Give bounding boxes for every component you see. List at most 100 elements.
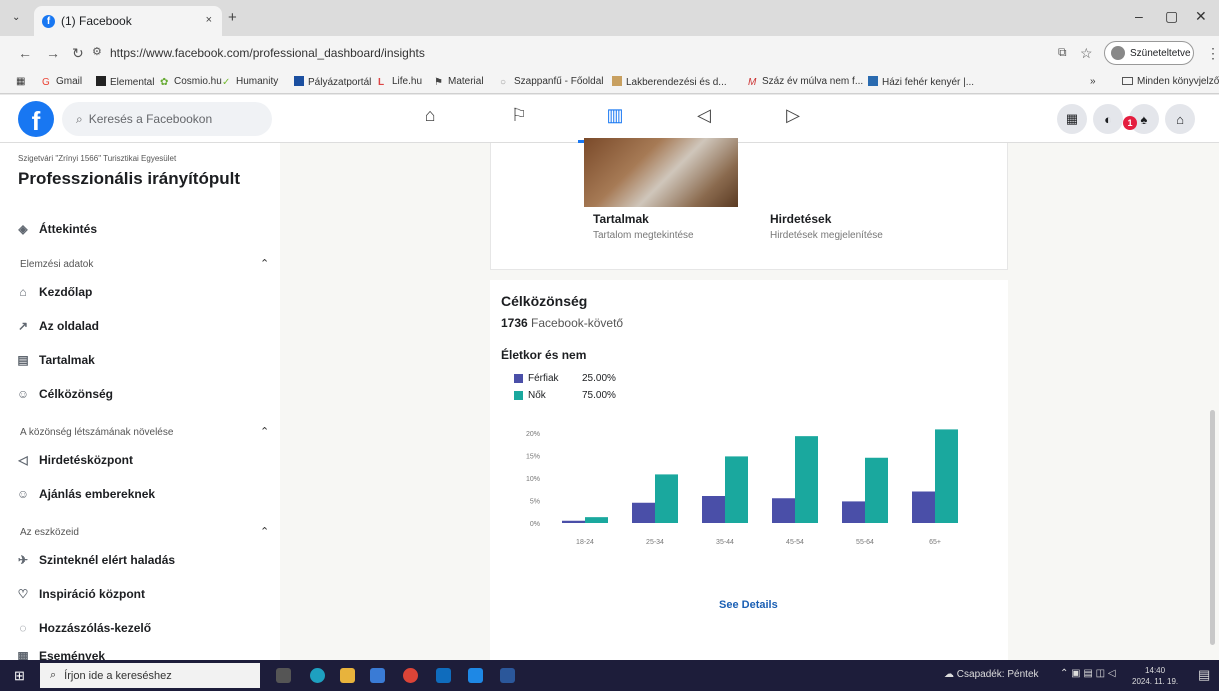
scrollbar[interactable] <box>1210 410 1215 645</box>
bookmark-szappanfu[interactable]: ○ Szappanfű - Főoldal <box>500 76 604 88</box>
bar-female-18-24[interactable] <box>585 517 608 523</box>
taskbar-search-input[interactable]: ⌕ Írjon ide a kereséshez <box>40 663 260 688</box>
bookmark-palyazatportal[interactable]: Pályázatportál <box>294 76 371 88</box>
chevron-up-icon[interactable]: ⌃ <box>260 257 269 270</box>
pages-flag-nav-icon[interactable]: ⚐ <box>489 105 549 126</box>
bar-female-65+[interactable] <box>935 429 958 523</box>
bookmark-gmail[interactable]: G Gmail <box>42 76 82 88</box>
task-view-icon[interactable] <box>276 668 291 683</box>
tray-icons[interactable]: ⌃ ▣ ▤ ◫ ◁ <box>1060 668 1116 679</box>
people-icon: ☺ <box>16 387 30 401</box>
bookmark-humanity[interactable]: ✓ Humanity <box>222 76 278 88</box>
word-icon[interactable] <box>500 668 515 683</box>
file-explorer-icon[interactable] <box>340 668 355 683</box>
bookmark-lakberendezesi[interactable]: Lakberendezési és d... <box>612 76 727 88</box>
bar-female-45-54[interactable] <box>795 436 818 523</box>
install-app-icon[interactable]: ⧉ <box>1058 45 1067 60</box>
sidebar-item-home[interactable]: ⌂ Kezdőlap <box>16 285 92 299</box>
bookmarks-overflow[interactable]: » <box>1090 76 1096 87</box>
weather-widget[interactable]: ☁ Csapadék: Péntek <box>944 669 1039 680</box>
y-tick-label: 15% <box>526 454 540 461</box>
sidebar-item-overview[interactable]: ◈ Áttekintés <box>16 222 97 236</box>
sidebar-item-audience[interactable]: ☺ Célközönség <box>16 387 113 401</box>
sidebar-item-invite[interactable]: ☺ Ajánlás embereknek <box>16 487 155 501</box>
bar-male-55-64[interactable] <box>842 501 865 523</box>
reload-icon[interactable]: ↻ <box>72 45 84 62</box>
forward-icon[interactable]: → <box>46 45 60 61</box>
bookmark-hazi-kenyer[interactable]: Házi fehér kenyér |... <box>868 76 974 88</box>
taskbar-clock[interactable]: 14:40 2024. 11. 19. <box>1132 665 1178 687</box>
content-thumbnail[interactable] <box>584 138 738 207</box>
age-gender-chart: 20% 15% 10% 5% 0% 18-24 25-34 35-44 45-54 55-64 65… <box>526 429 958 546</box>
content-card-subtitle: Tartalom megtekintése <box>593 230 694 241</box>
sidebar-item-comments[interactable]: ◌ Hozzászólás-kezelő <box>16 621 151 635</box>
chevron-up-icon[interactable]: ⌃ <box>260 525 269 538</box>
outlook-icon[interactable] <box>436 668 451 683</box>
bookmark-material[interactable]: ⚑ Material <box>434 76 484 88</box>
bar-female-55-64[interactable] <box>865 457 888 523</box>
bar-female-35-44[interactable] <box>725 456 748 523</box>
profile-status: Szüneteltetve <box>1130 47 1191 59</box>
edge-icon[interactable] <box>310 668 325 683</box>
bookmark-life[interactable]: L Life.hu <box>378 76 422 88</box>
page-name: Szigetvári "Zrínyi 1566" Turisztikai Egy… <box>18 154 177 163</box>
window-close-icon[interactable]: ✕ <box>1195 8 1207 25</box>
mail-icon[interactable] <box>468 668 483 683</box>
chrome-icon[interactable] <box>403 668 418 683</box>
account-avatar[interactable]: ⌂ <box>1165 104 1195 134</box>
tab-close-icon[interactable]: × <box>206 14 212 26</box>
facebook-search-input[interactable]: ⌕ Keresés a Facebookon <box>62 102 272 136</box>
site-settings-icon[interactable]: ⚙ <box>92 45 102 58</box>
minimize-icon[interactable]: – <box>1135 8 1143 24</box>
content-card-title[interactable]: Tartalmak <box>593 212 649 226</box>
messenger-icon[interactable]: ◐ <box>1093 104 1123 134</box>
windows-start-icon[interactable]: ⊞ <box>14 668 25 684</box>
follower-number: 1736 <box>501 316 528 330</box>
see-details-link[interactable]: See Details <box>719 599 778 611</box>
sidebar-item-ad-center[interactable]: ◁ Hirdetésközpont <box>16 453 133 467</box>
bar-male-35-44[interactable] <box>702 496 725 523</box>
ads-card-title[interactable]: Hirdetések <box>770 212 831 226</box>
bar-male-18-24[interactable] <box>562 520 585 523</box>
chevron-up-icon[interactable]: ⌃ <box>260 425 269 438</box>
notification-center-icon[interactable]: ▤ <box>1198 667 1210 683</box>
x-tick-label: 55-64 <box>856 539 874 546</box>
browser-tab-facebook[interactable]: f (1) Facebook × <box>34 6 222 36</box>
bookmark-star-icon[interactable]: ☆ <box>1080 45 1093 62</box>
ads-megaphone-nav-icon[interactable]: ◁ <box>674 105 734 126</box>
browser-menu-icon[interactable]: ⋮ <box>1206 45 1219 62</box>
restore-icon[interactable]: ▢ <box>1165 8 1178 25</box>
sidebar-item-events[interactable]: ▦ Események <box>16 649 105 660</box>
store-icon[interactable] <box>370 668 385 683</box>
home-nav-icon[interactable]: ⌂ <box>400 105 460 126</box>
apps-grid-icon[interactable]: ▦ <box>16 76 25 87</box>
bar-female-25-34[interactable] <box>655 474 678 523</box>
bar-male-45-54[interactable] <box>772 498 795 523</box>
facebook-logo-icon[interactable]: f <box>18 101 54 137</box>
new-tab-button[interactable]: + <box>228 9 237 26</box>
insights-nav-icon[interactable]: ▥ <box>585 105 645 126</box>
all-bookmarks-folder[interactable]: Minden könyvjelző <box>1122 76 1219 87</box>
back-icon[interactable]: ← <box>18 45 32 61</box>
x-tick-label: 25-34 <box>646 539 664 546</box>
profile-button[interactable]: Szüneteltetve <box>1104 41 1194 65</box>
windows-taskbar: ⊞ ⌕ Írjon ide a kereséshez ☁ Csapadék: P… <box>0 660 1219 691</box>
facebook-header: f ⌕ Keresés a Facebookon ⌂ ⚐ ▥ ◁ ▷ ▦ ◐ ♠… <box>0 95 1219 143</box>
sidebar-item-progress[interactable]: ✈ Szinteknél elért haladás <box>16 553 175 567</box>
clock-time: 14:40 <box>1145 666 1166 675</box>
url-field[interactable]: https://www.facebook.com/professional_da… <box>110 46 425 60</box>
bookmark-szaz-ev[interactable]: M Száz év múlva nem f... <box>748 76 863 88</box>
bar-male-65+[interactable] <box>912 491 935 524</box>
content-ads-card <box>490 143 1008 270</box>
video-nav-icon[interactable]: ▷ <box>763 105 823 126</box>
bookmark-cosmio[interactable]: ✿ Cosmio.hu <box>160 76 222 88</box>
tab-list-chevron-icon[interactable]: ⌄ <box>12 12 20 23</box>
inspiration-icon: ♡ <box>17 587 29 601</box>
bookmarks-bar: ▦ G Gmail Elemental ✿ Cosmio.hu ✓ Humanity … <box>0 70 1219 94</box>
sidebar-item-content[interactable]: ▤ Tartalmak <box>16 353 94 367</box>
menu-grid-icon[interactable]: ▦ <box>1057 104 1087 134</box>
bookmark-elemental[interactable]: Elemental <box>96 76 154 88</box>
bar-male-25-34[interactable] <box>632 502 655 523</box>
sidebar-item-your-page[interactable]: ↗ Az oldalad <box>16 319 99 333</box>
sidebar-item-inspiration[interactable]: ♡ Inspiráció központ <box>16 587 145 601</box>
